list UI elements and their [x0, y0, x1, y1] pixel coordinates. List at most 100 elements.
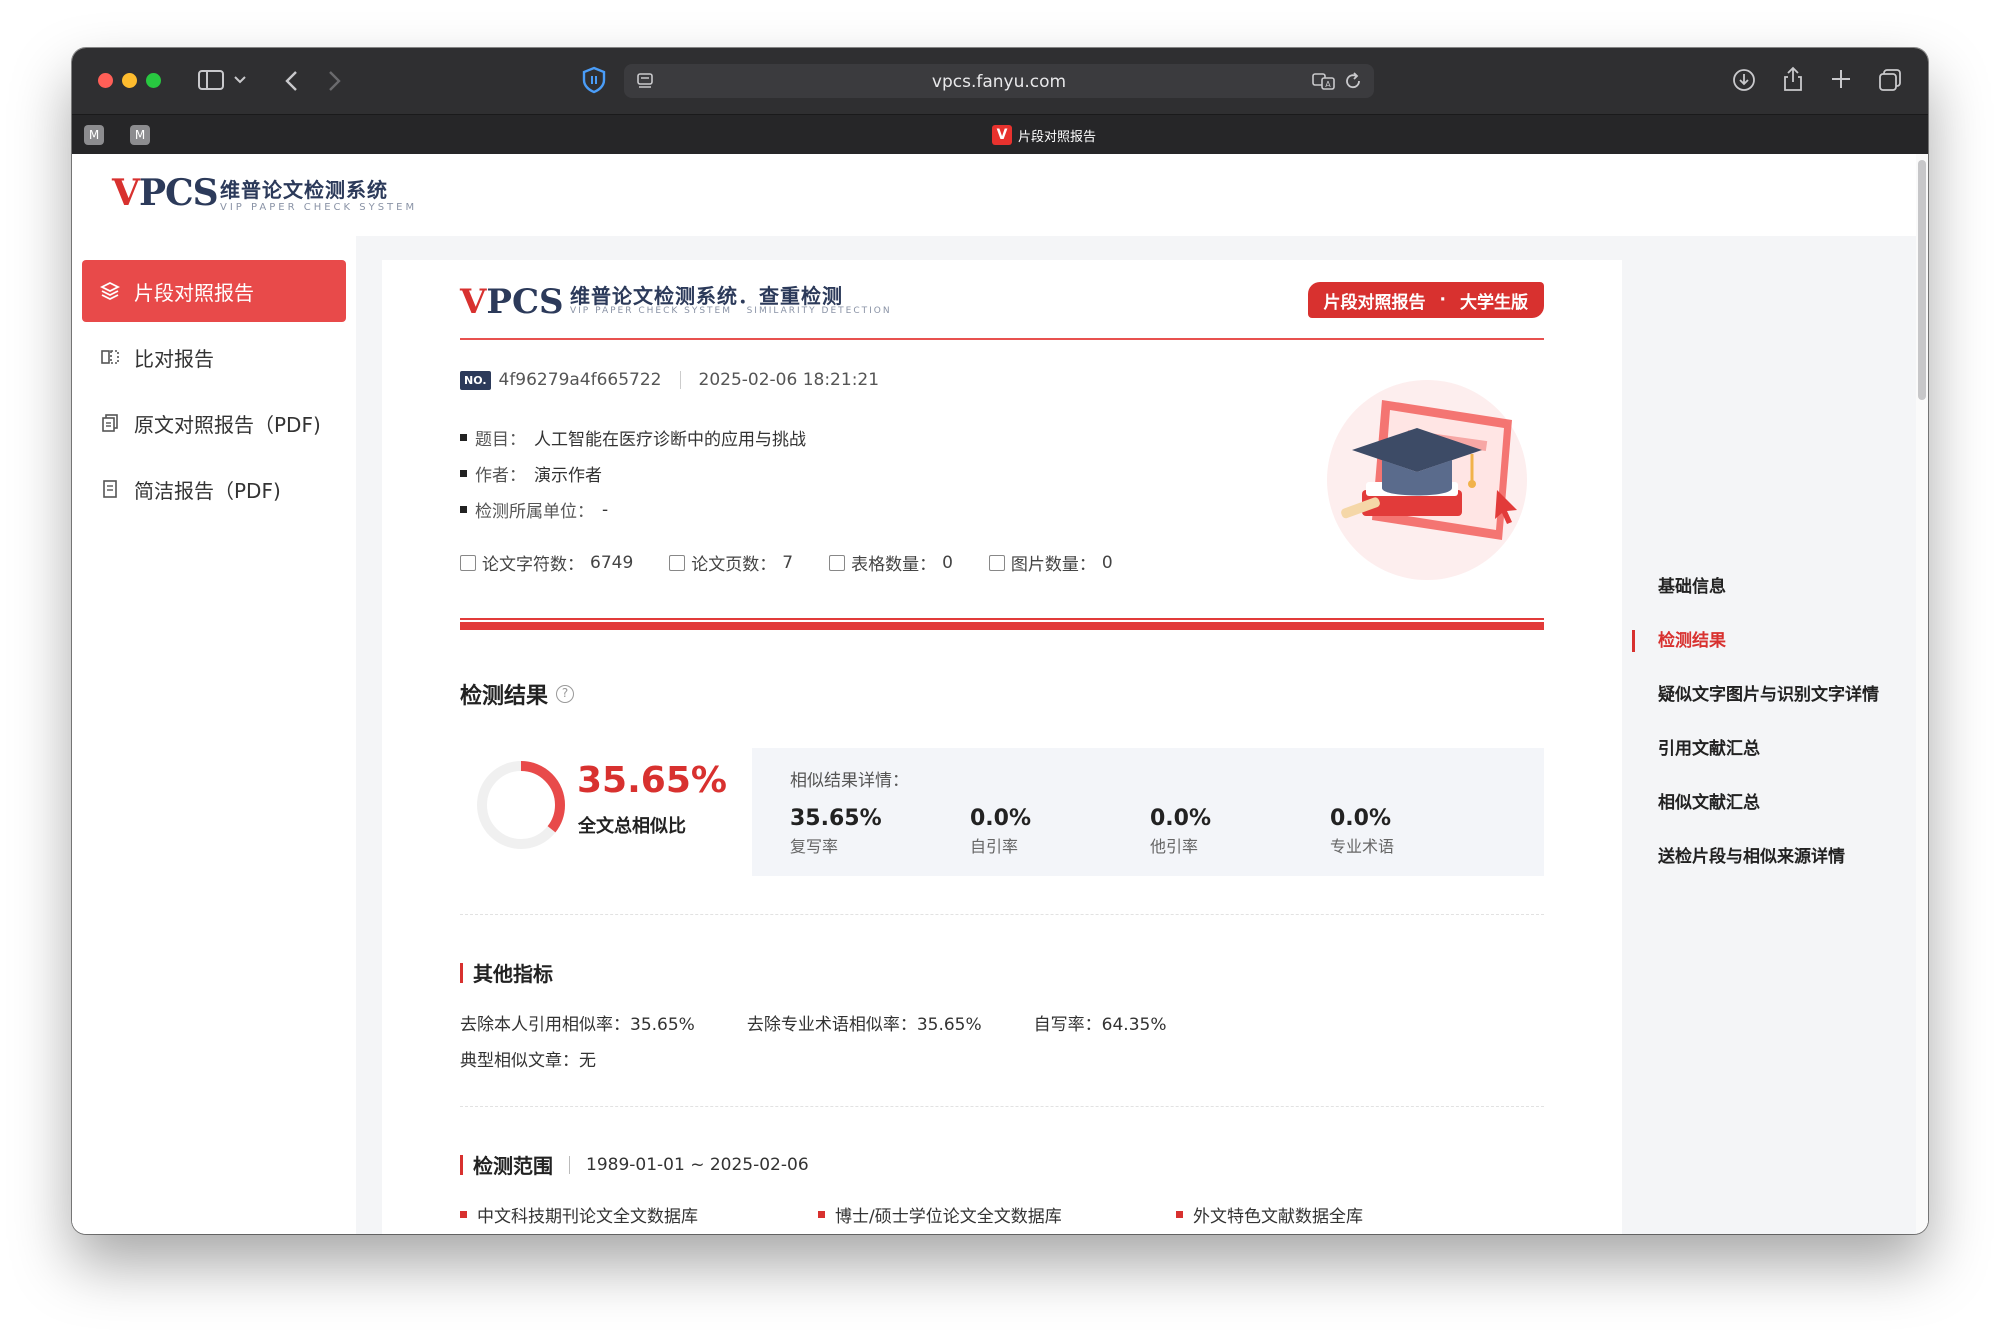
site-logo[interactable]: VPCS: [112, 172, 219, 214]
site-name-en: VIP PAPER CHECK SYSTEM: [220, 202, 418, 213]
image-icon: [988, 554, 1005, 571]
sidebar-item-original-pdf[interactable]: 原文对照报告（PDF): [82, 392, 346, 454]
sidebar-item-label: 片段对照报告: [134, 280, 254, 305]
section-title-text: 检测结果: [460, 684, 549, 709]
metric-value: 35.65%: [630, 1015, 695, 1035]
active-tab[interactable]: V 片段对照报告: [992, 125, 1096, 145]
stat-label: 表格数量：: [851, 555, 937, 575]
bullet: [460, 434, 467, 441]
browser-window: vpcs.fanyu.com A M M V 片段对照报告 VPCS 维普论文检…: [72, 48, 1928, 1234]
browser-toolbar: vpcs.fanyu.com A: [72, 48, 1928, 114]
close-window-button[interactable]: [98, 73, 113, 88]
metric-item: 去除本人引用相似率：35.65%: [460, 1010, 695, 1035]
similarity-detail-panel: 相似结果详情： 35.65% 复写率 0.0% 自引率 0.0% 他引率 0.0% 专业…: [752, 748, 1544, 876]
metric-value: 无: [579, 1051, 596, 1071]
nav-fragment-sources[interactable]: 送检片段与相似来源详情: [1630, 844, 1890, 870]
sidebar-toggle-icon[interactable]: [198, 70, 224, 90]
sub-title-text: 检测范围: [473, 1154, 553, 1178]
screen: vpcs.fanyu.com A M M V 片段对照报告 VPCS 维普论文检…: [0, 0, 1999, 1330]
pinned-tab[interactable]: M: [84, 125, 104, 145]
translate-icon[interactable]: A: [1312, 72, 1336, 90]
detail-other-cite-rate: 0.0% 他引率: [1150, 806, 1211, 857]
nav-suspect-images[interactable]: 疑似文字图片与识别文字详情: [1630, 682, 1890, 708]
metric-label: 典型相似文章：: [460, 1051, 579, 1071]
page-scrollbar[interactable]: [1916, 154, 1928, 1234]
nav-similar-literature[interactable]: 相似文献汇总: [1630, 790, 1890, 816]
database-name: 博士/硕士学位论文全文数据库: [835, 1207, 1062, 1227]
range-value: 1989-01-01 ~ 2025-02-06: [586, 1154, 809, 1175]
detail-label: 他引率: [1150, 837, 1199, 856]
download-icon[interactable]: [1732, 68, 1756, 92]
document-icon: [100, 479, 120, 499]
sub-title-text: 其他指标: [473, 962, 553, 986]
stat-image-count: 图片数量： 0: [988, 550, 1113, 575]
logo-letters: PCS: [486, 282, 564, 322]
copy-icon: [100, 413, 120, 433]
nav-basic-info[interactable]: 基础信息: [1630, 574, 1890, 600]
site-header: VPCS 维普论文检测系统 VIP PAPER CHECK SYSTEM: [72, 154, 1928, 236]
detail-value: 35.65%: [790, 806, 882, 831]
nav-detection-result[interactable]: 检测结果: [1630, 628, 1890, 654]
reload-icon[interactable]: [1344, 72, 1362, 90]
detail-title: 相似结果详情：: [790, 771, 909, 791]
detection-range-title: 检测范围 1989-01-01 ~ 2025-02-06: [460, 1150, 809, 1179]
detail-value: 0.0%: [970, 806, 1032, 831]
pages-icon: [669, 554, 686, 571]
sidebar-item-label: 简洁报告（PDF): [134, 478, 281, 503]
badge-edition: 大学生版: [1460, 292, 1528, 313]
document-icon: [460, 554, 476, 571]
info-label: 检测所属单位：: [475, 502, 594, 522]
total-similarity-label: 全文总相似比: [578, 816, 686, 837]
chevron-down-icon[interactable]: [234, 76, 246, 84]
address-bar[interactable]: vpcs.fanyu.com A: [624, 64, 1374, 98]
info-label: 题目：: [475, 430, 526, 450]
privacy-shield-icon[interactable]: [582, 66, 606, 94]
detail-value: 0.0%: [1330, 806, 1392, 831]
logo-letter: V: [460, 282, 487, 322]
report-sidebar: 片段对照报告 比对报告 原文对照报告（PDF) 简洁报告（PDF): [72, 236, 356, 1234]
sidebar-item-fragment-report[interactable]: 片段对照报告: [82, 260, 346, 322]
zoom-window-button[interactable]: [146, 73, 161, 88]
tab-title: 片段对照报告: [1018, 129, 1097, 145]
stat-value: 0: [1101, 552, 1113, 573]
database-item: 中文科技期刊论文全文数据库: [460, 1202, 818, 1227]
detail-term-rate: 0.0% 专业术语: [1330, 806, 1394, 857]
detail-label: 自引率: [970, 837, 1019, 856]
tab-overview-icon[interactable]: [1878, 68, 1902, 92]
stat-value: 0: [942, 552, 953, 573]
report-card: VPCS 维普论文检测系统．查重检测 VIP PAPER CHECK SYSTE…: [382, 260, 1622, 1234]
other-metrics-row: 去除本人引用相似率：35.65% 去除专业术语相似率：35.65% 自写率：64…: [460, 1010, 1166, 1035]
report-meta: NO. 4f96279a4f665722 2025-02-06 18:21:21: [460, 370, 879, 390]
metric-item: 去除专业术语相似率：35.65%: [747, 1010, 982, 1035]
layers-icon: [100, 281, 120, 301]
web-page: VPCS 维普论文检测系统 VIP PAPER CHECK SYSTEM 片段对…: [72, 154, 1928, 1234]
new-tab-icon[interactable]: [1830, 68, 1852, 90]
title-en-main: VIP PAPER CHECK SYSTEM: [570, 306, 732, 316]
stat-table-count: 表格数量： 0: [829, 550, 953, 575]
stat-label: 论文字符数：: [482, 555, 584, 575]
back-icon[interactable]: [284, 70, 298, 92]
stat-label: 图片数量：: [1010, 555, 1096, 575]
database-name: 外文特色文献数据全库: [1193, 1207, 1363, 1227]
pinned-tab[interactable]: M: [130, 125, 150, 145]
info-author: 作者： 演示作者: [460, 461, 602, 486]
forward-icon[interactable]: [328, 70, 342, 92]
report-datetime: 2025-02-06 18:21:21: [698, 370, 880, 390]
minimize-window-button[interactable]: [122, 73, 137, 88]
share-icon[interactable]: [1782, 66, 1804, 92]
scrollbar-thumb[interactable]: [1918, 160, 1926, 400]
result-section-title: 检测结果 ?: [460, 678, 575, 710]
bullet: [1176, 1211, 1183, 1218]
title-accent-bar: [460, 962, 463, 983]
nav-cited-literature[interactable]: 引用文献汇总: [1630, 736, 1890, 762]
help-icon[interactable]: ?: [556, 685, 575, 703]
metric-label: 自写率：: [1033, 1015, 1102, 1035]
metric-value: 35.65%: [916, 1015, 982, 1035]
database-item: 博士/硕士学位论文全文数据库: [818, 1202, 1176, 1227]
info-value: 演示作者: [534, 466, 602, 486]
sidebar-item-compare-report[interactable]: 比对报告: [82, 326, 346, 388]
table-icon: [829, 554, 846, 571]
sidebar-item-brief-pdf[interactable]: 简洁报告（PDF): [82, 458, 346, 520]
stat-page-count: 论文页数： 7: [669, 550, 793, 575]
typical-article-row: 典型相似文章：无: [460, 1046, 596, 1071]
